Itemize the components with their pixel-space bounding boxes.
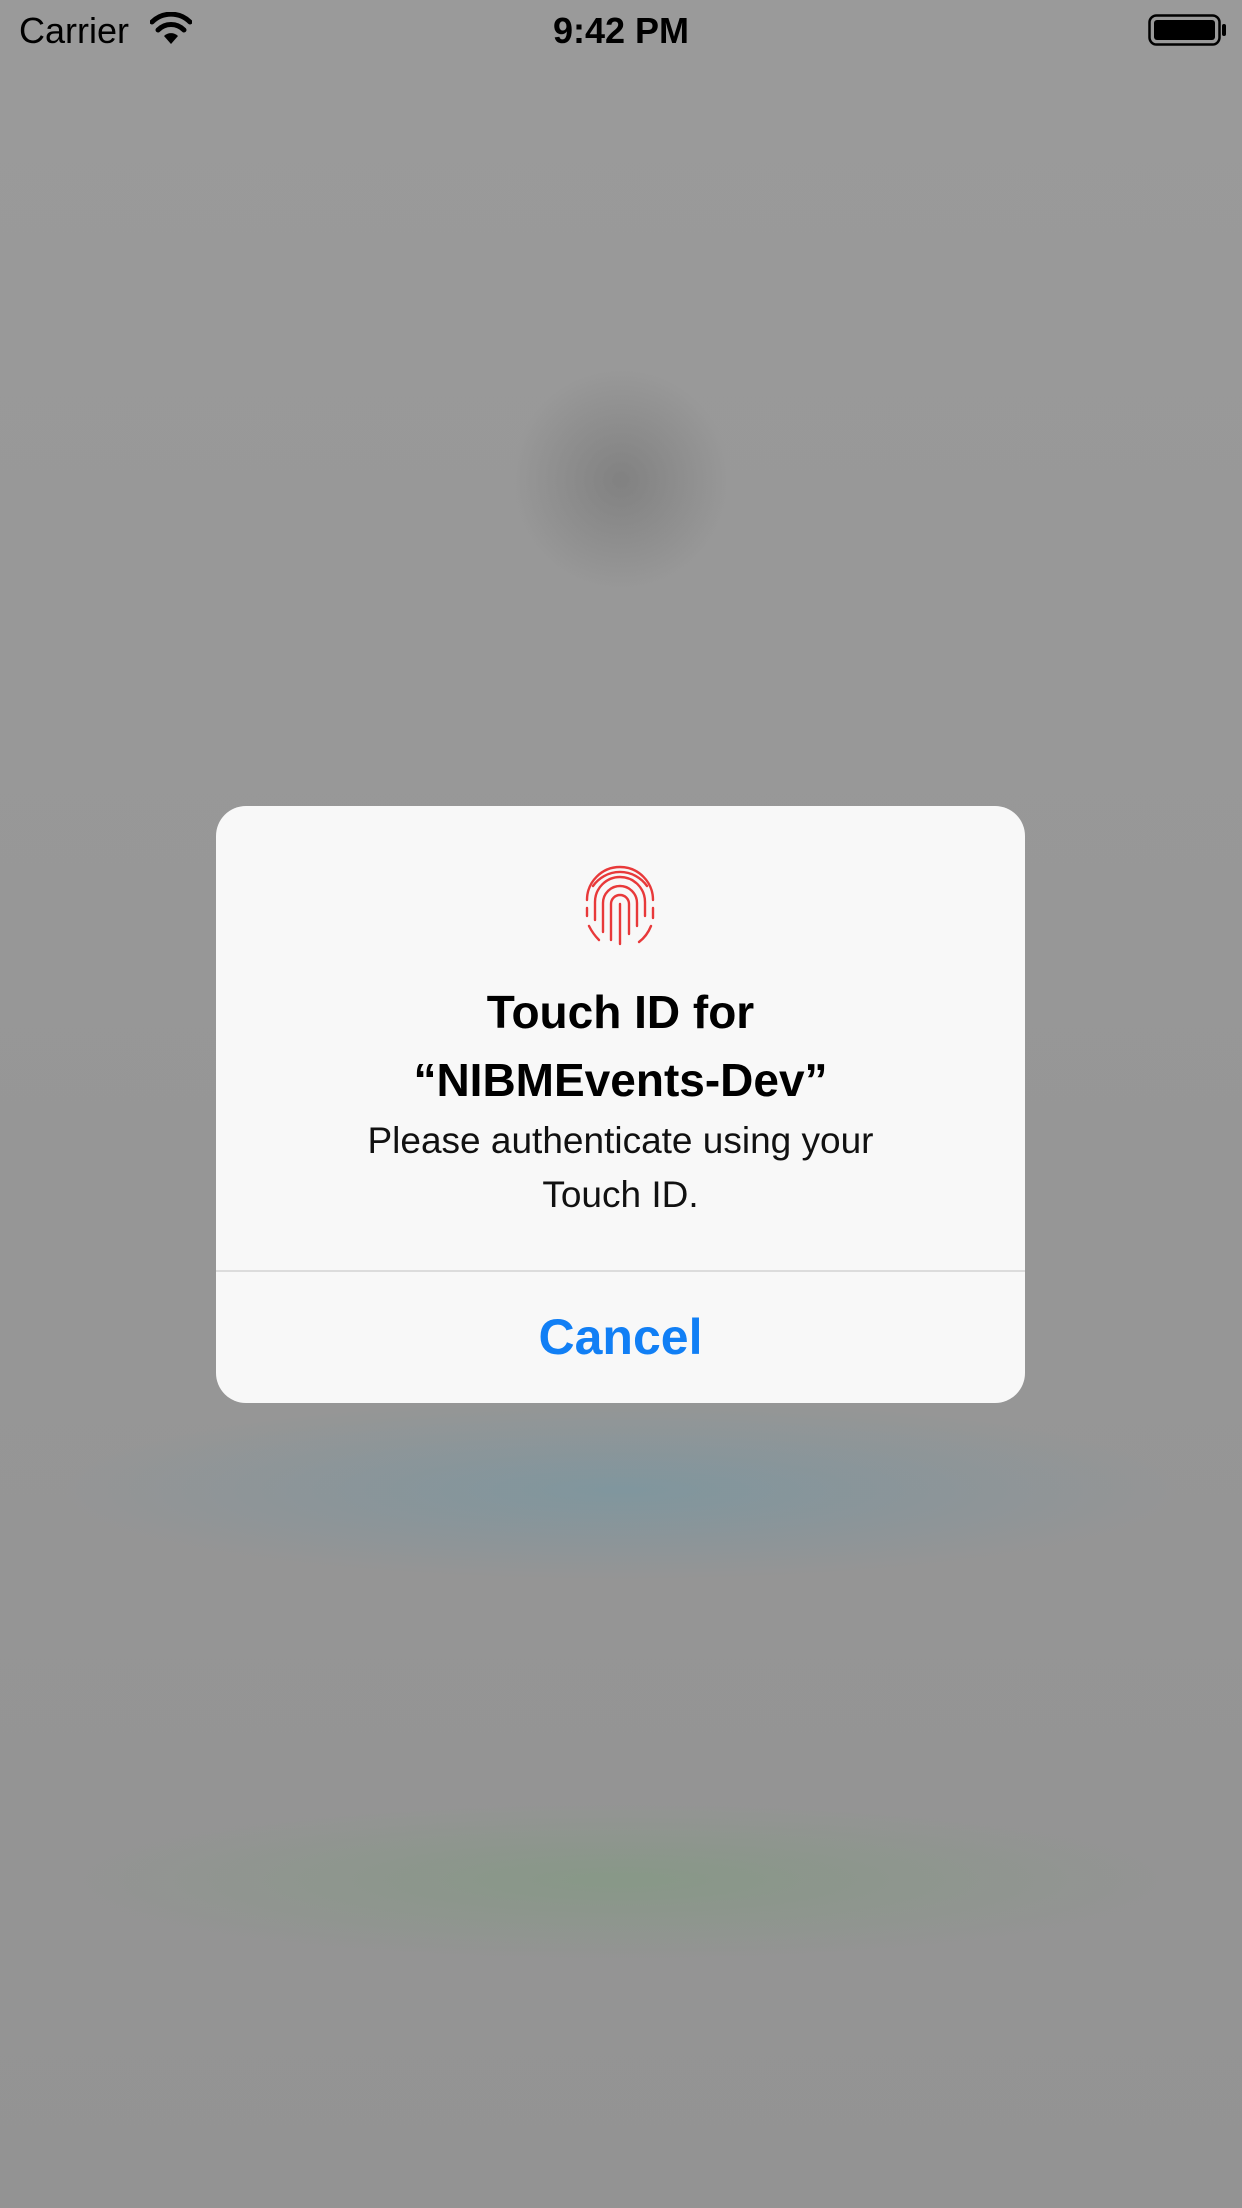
status-time: 9:42 PM [552,10,690,51]
alert-title-line: Touch ID for [486,986,755,1038]
alert-message-line: Touch ID. [542,1174,699,1215]
alert-message: Please authenticate using your Touch ID. [216,1114,1025,1222]
touch-id-alert: Touch ID for “NIBMEvents-Dev” Please aut… [216,806,1025,1403]
cancel-button[interactable]: Cancel [216,1272,1025,1403]
alert-title-app-name: “NIBMEvents-Dev” [413,1054,828,1106]
battery-icon [1148,14,1226,46]
status-bar: Carrier 9:42 PM [0,0,1242,60]
fingerprint-icon [585,865,655,946]
alert-title: Touch ID for “NIBMEvents-Dev” [216,978,1025,1114]
alert-message-line: Please authenticate using your [367,1120,874,1161]
